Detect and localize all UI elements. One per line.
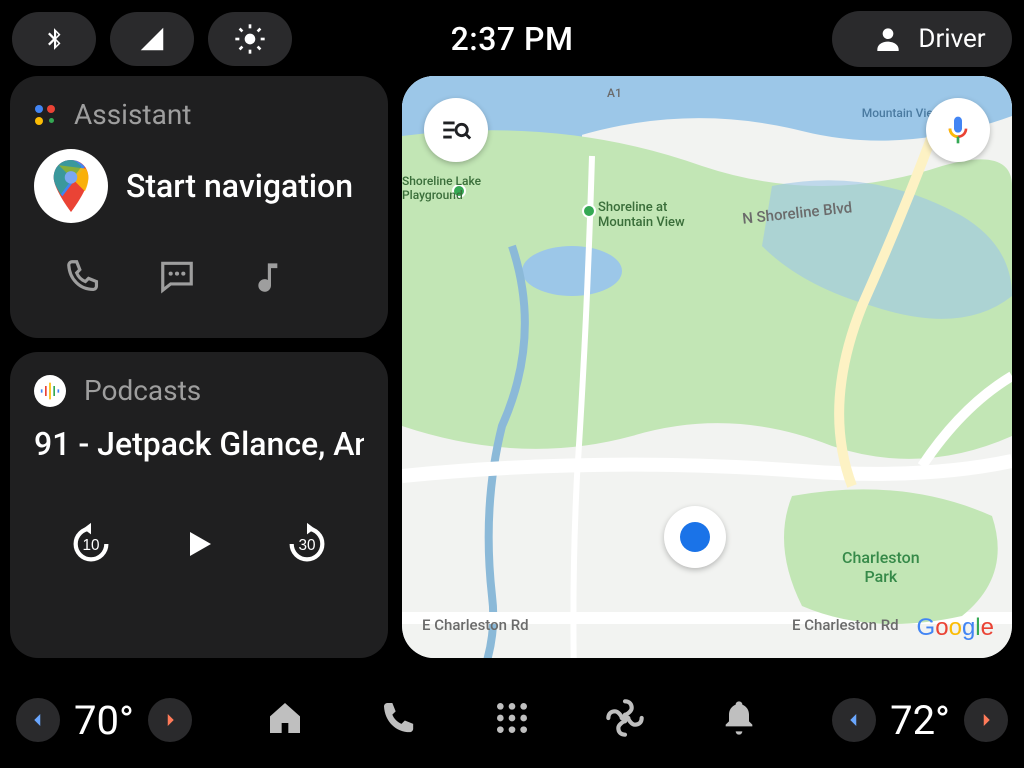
map-voice-button[interactable] bbox=[926, 98, 990, 162]
svg-text:30: 30 bbox=[299, 537, 316, 554]
music-button[interactable] bbox=[252, 257, 290, 299]
podcast-track-title: 91 - Jetpack Glance, An… bbox=[34, 425, 364, 463]
current-location-puck bbox=[664, 506, 726, 568]
rewind-icon: 10 bbox=[68, 521, 114, 567]
podcasts-card: Podcasts 91 - Jetpack Glance, An… 10 30 bbox=[10, 352, 388, 658]
messages-button[interactable] bbox=[158, 257, 196, 299]
assistant-header-label: Assistant bbox=[74, 98, 191, 131]
temp-right-up-button[interactable] bbox=[964, 698, 1008, 742]
message-icon bbox=[158, 257, 196, 295]
mic-icon bbox=[942, 114, 974, 146]
maps-icon bbox=[34, 149, 108, 223]
podcasts-icon bbox=[34, 375, 66, 407]
google-attribution: Google bbox=[917, 614, 994, 642]
temp-left-down-button[interactable] bbox=[16, 698, 60, 742]
chevron-left-icon bbox=[29, 711, 47, 729]
play-icon bbox=[181, 526, 217, 562]
home-button[interactable] bbox=[265, 698, 305, 742]
chevron-right-icon bbox=[977, 711, 995, 729]
assistant-card-header: Assistant bbox=[34, 98, 364, 131]
chevron-right-icon bbox=[161, 711, 179, 729]
start-navigation-label: Start navigation bbox=[126, 167, 353, 205]
podcasts-card-header: Podcasts bbox=[34, 374, 364, 407]
bell-icon bbox=[719, 698, 759, 738]
person-icon bbox=[872, 23, 904, 55]
forward-icon: 30 bbox=[284, 521, 330, 567]
home-icon bbox=[265, 698, 305, 738]
phone-icon bbox=[379, 698, 419, 738]
notifications-button[interactable] bbox=[719, 698, 759, 742]
map-label-e-charleston-r: E Charleston Rd bbox=[792, 616, 899, 634]
map-search-button[interactable] bbox=[424, 98, 488, 162]
map-label-a1: A1 bbox=[607, 86, 622, 100]
assistant-icon bbox=[34, 104, 56, 126]
podcasts-header-label: Podcasts bbox=[84, 374, 201, 407]
temp-right-value: 72° bbox=[890, 697, 950, 744]
phone-icon bbox=[64, 257, 102, 295]
temp-right-down-button[interactable] bbox=[832, 698, 876, 742]
phone-app-button[interactable] bbox=[379, 698, 419, 742]
driver-button[interactable]: Driver bbox=[832, 11, 1012, 67]
temp-left-up-button[interactable] bbox=[148, 698, 192, 742]
driver-label: Driver bbox=[918, 24, 985, 54]
forward-30-button[interactable]: 30 bbox=[284, 521, 330, 567]
start-navigation-button[interactable]: Start navigation bbox=[34, 149, 364, 223]
music-icon bbox=[252, 257, 290, 295]
map-panel[interactable]: Shoreline Lake Playground Shoreline at M… bbox=[402, 76, 1012, 658]
climate-button[interactable] bbox=[605, 698, 645, 742]
status-bar: 2:37 PM Driver bbox=[0, 0, 1024, 78]
rewind-10-button[interactable]: 10 bbox=[68, 521, 114, 567]
svg-text:10: 10 bbox=[82, 537, 99, 554]
assistant-card: Assistant Start navigation bbox=[10, 76, 388, 338]
poi-pin bbox=[582, 204, 596, 218]
play-button[interactable] bbox=[181, 526, 217, 562]
phone-button[interactable] bbox=[64, 257, 102, 299]
fan-icon bbox=[605, 698, 645, 738]
map-label-charleston-park: Charleston Park bbox=[842, 548, 920, 586]
apps-grid-icon bbox=[492, 698, 532, 738]
map-label-e-charleston-l: E Charleston Rd bbox=[422, 616, 529, 634]
system-bar: 70° 72° bbox=[0, 672, 1024, 768]
chevron-left-icon bbox=[845, 711, 863, 729]
map-label-shoreline-lake: Shoreline Lake Playground bbox=[402, 174, 481, 202]
temp-left-value: 70° bbox=[74, 697, 134, 744]
search-list-icon bbox=[439, 113, 473, 147]
map-label-shoreline-mv: Shoreline at Mountain View bbox=[598, 200, 685, 230]
map-canvas bbox=[402, 76, 1012, 658]
apps-button[interactable] bbox=[492, 698, 532, 742]
